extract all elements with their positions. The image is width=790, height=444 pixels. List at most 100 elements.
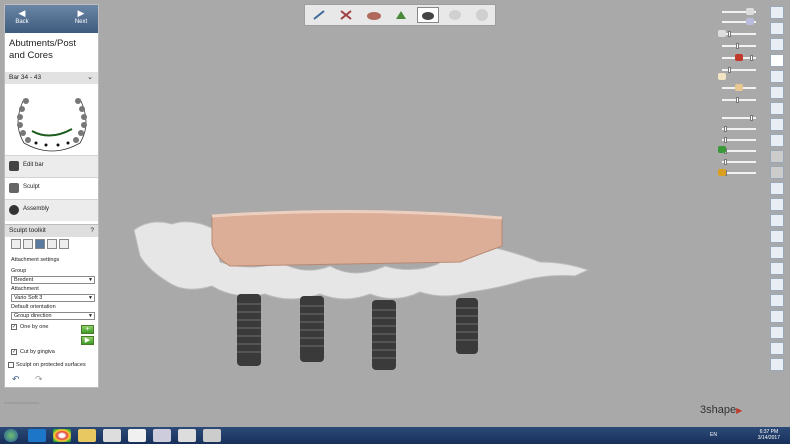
view-button[interactable]	[770, 54, 784, 67]
back-button[interactable]: ◀ Back	[8, 8, 36, 25]
view-button[interactable]	[770, 310, 784, 323]
workflow-step-label: Edit bar	[23, 162, 44, 168]
app-icon[interactable]	[153, 429, 171, 442]
prepare-step-button[interactable]	[336, 7, 358, 23]
design-step-button[interactable]	[390, 7, 412, 23]
visibility-slider[interactable]	[722, 137, 756, 143]
slider-knob[interactable]	[728, 31, 731, 37]
bar-label: Bar 34 - 43	[9, 74, 42, 81]
next-label: Next	[74, 19, 88, 25]
model-icon	[735, 84, 743, 91]
redo-icon[interactable]: ↷	[35, 374, 43, 385]
brand-logo: 3shape▶	[700, 404, 742, 416]
help-icon[interactable]: ?	[90, 227, 94, 234]
gingiva-step-button[interactable]	[363, 7, 385, 23]
3d-model-viewport[interactable]	[120, 200, 600, 375]
visibility-slider[interactable]	[722, 148, 756, 154]
view-button[interactable]	[770, 278, 784, 291]
finish-step-button[interactable]	[471, 7, 493, 23]
slider-knob[interactable]	[724, 137, 727, 143]
next-button[interactable]: ▶ Next	[67, 8, 95, 25]
ie-icon[interactable]	[28, 429, 46, 442]
start-icon[interactable]	[4, 429, 18, 442]
workflow-step-assembly[interactable]: Assembly	[5, 199, 98, 221]
view-button[interactable]	[770, 70, 784, 83]
scan-step-button[interactable]	[309, 7, 331, 23]
group-select[interactable]: Bredent ▼	[11, 276, 95, 284]
visibility-slider[interactable]	[722, 97, 756, 103]
clock[interactable]: 6:37 PM 3/14/2017	[758, 429, 780, 441]
view-button[interactable]	[770, 230, 784, 243]
design-icon	[396, 11, 406, 19]
cut-by-gingiva-checkbox[interactable]: ✓	[11, 349, 17, 355]
view-button[interactable]	[770, 38, 784, 51]
avatar-icon[interactable]	[770, 214, 784, 227]
slider-knob[interactable]	[728, 67, 731, 73]
view-button[interactable]	[770, 86, 784, 99]
app-icon[interactable]	[128, 429, 146, 442]
view-button[interactable]	[770, 6, 784, 19]
attachment-select[interactable]: Vario Soft 3 ▼	[11, 294, 95, 302]
apply-button[interactable]: ▶	[81, 336, 94, 345]
app-icon[interactable]	[103, 429, 121, 442]
attachment-label: Attachment	[11, 286, 39, 292]
view-button[interactable]	[770, 150, 784, 163]
wax-tool-button[interactable]	[23, 239, 33, 249]
visibility-slider[interactable]	[722, 170, 756, 176]
view-button[interactable]	[770, 246, 784, 259]
chevron-down-icon: ▼	[88, 277, 93, 283]
brush-tool-button[interactable]	[11, 239, 21, 249]
visibility-slider[interactable]	[722, 43, 756, 49]
deform-tool-button[interactable]	[59, 239, 69, 249]
slider-knob[interactable]	[736, 43, 739, 49]
view-button[interactable]	[770, 134, 784, 147]
abutment-icon	[422, 12, 434, 20]
workflow-step-edit-bar[interactable]: Edit bar	[5, 155, 98, 177]
slider-knob[interactable]	[750, 55, 753, 61]
undo-icon[interactable]: ↶	[12, 374, 20, 385]
slider-knob[interactable]	[724, 126, 727, 132]
view-button[interactable]	[770, 102, 784, 115]
slider-knob[interactable]	[736, 97, 739, 103]
view-button[interactable]	[770, 342, 784, 355]
orientation-value: Group direction	[14, 313, 52, 319]
visibility-slider[interactable]	[722, 159, 756, 165]
one-by-one-checkbox[interactable]: ✓	[11, 324, 17, 330]
view-button[interactable]	[770, 22, 784, 35]
tooth-selector-diagram[interactable]	[10, 89, 94, 155]
view-button[interactable]	[770, 118, 784, 131]
taskbar: EN 6:37 PM 3/14/2017	[0, 427, 790, 444]
cut-by-gingiva-label: Cut by gingiva	[20, 349, 55, 355]
view-button[interactable]	[770, 358, 784, 371]
language-indicator[interactable]: EN	[710, 432, 717, 438]
view-button[interactable]	[770, 198, 784, 211]
right-toolbar	[770, 3, 786, 379]
visibility-slider[interactable]	[722, 115, 756, 121]
bar-selector[interactable]: Bar 34 - 43 ⌄	[5, 72, 98, 84]
view-button[interactable]	[770, 182, 784, 195]
orientation-select[interactable]: Group direction ▼	[11, 312, 95, 320]
view-button[interactable]	[770, 262, 784, 275]
view-button[interactable]	[770, 294, 784, 307]
visibility-slider[interactable]	[722, 67, 756, 73]
folder-icon[interactable]	[78, 429, 96, 442]
chevron-down-icon: ⌄	[87, 74, 93, 81]
chrome-icon[interactable]	[53, 429, 71, 442]
view-button[interactable]	[770, 326, 784, 339]
slider-knob[interactable]	[750, 115, 753, 121]
cut-tool-button[interactable]	[47, 239, 57, 249]
app-icon[interactable]	[203, 429, 221, 442]
view-button[interactable]	[770, 166, 784, 179]
slider-knob[interactable]	[724, 159, 727, 165]
crown-step-button[interactable]	[444, 7, 466, 23]
workflow-step-sculpt[interactable]: Sculpt	[5, 177, 98, 199]
sculpt-protected-checkbox[interactable]	[8, 362, 14, 368]
add-attachment-button[interactable]: +	[81, 325, 94, 334]
abutment-step-button[interactable]	[417, 7, 439, 23]
one-by-one-label: One by one	[20, 324, 49, 330]
visibility-slider[interactable]	[722, 31, 756, 37]
page-title: Abutments/Post and Cores	[9, 38, 77, 61]
visibility-slider[interactable]	[722, 126, 756, 132]
app-icon[interactable]	[178, 429, 196, 442]
attachment-tool-button[interactable]	[35, 239, 45, 249]
